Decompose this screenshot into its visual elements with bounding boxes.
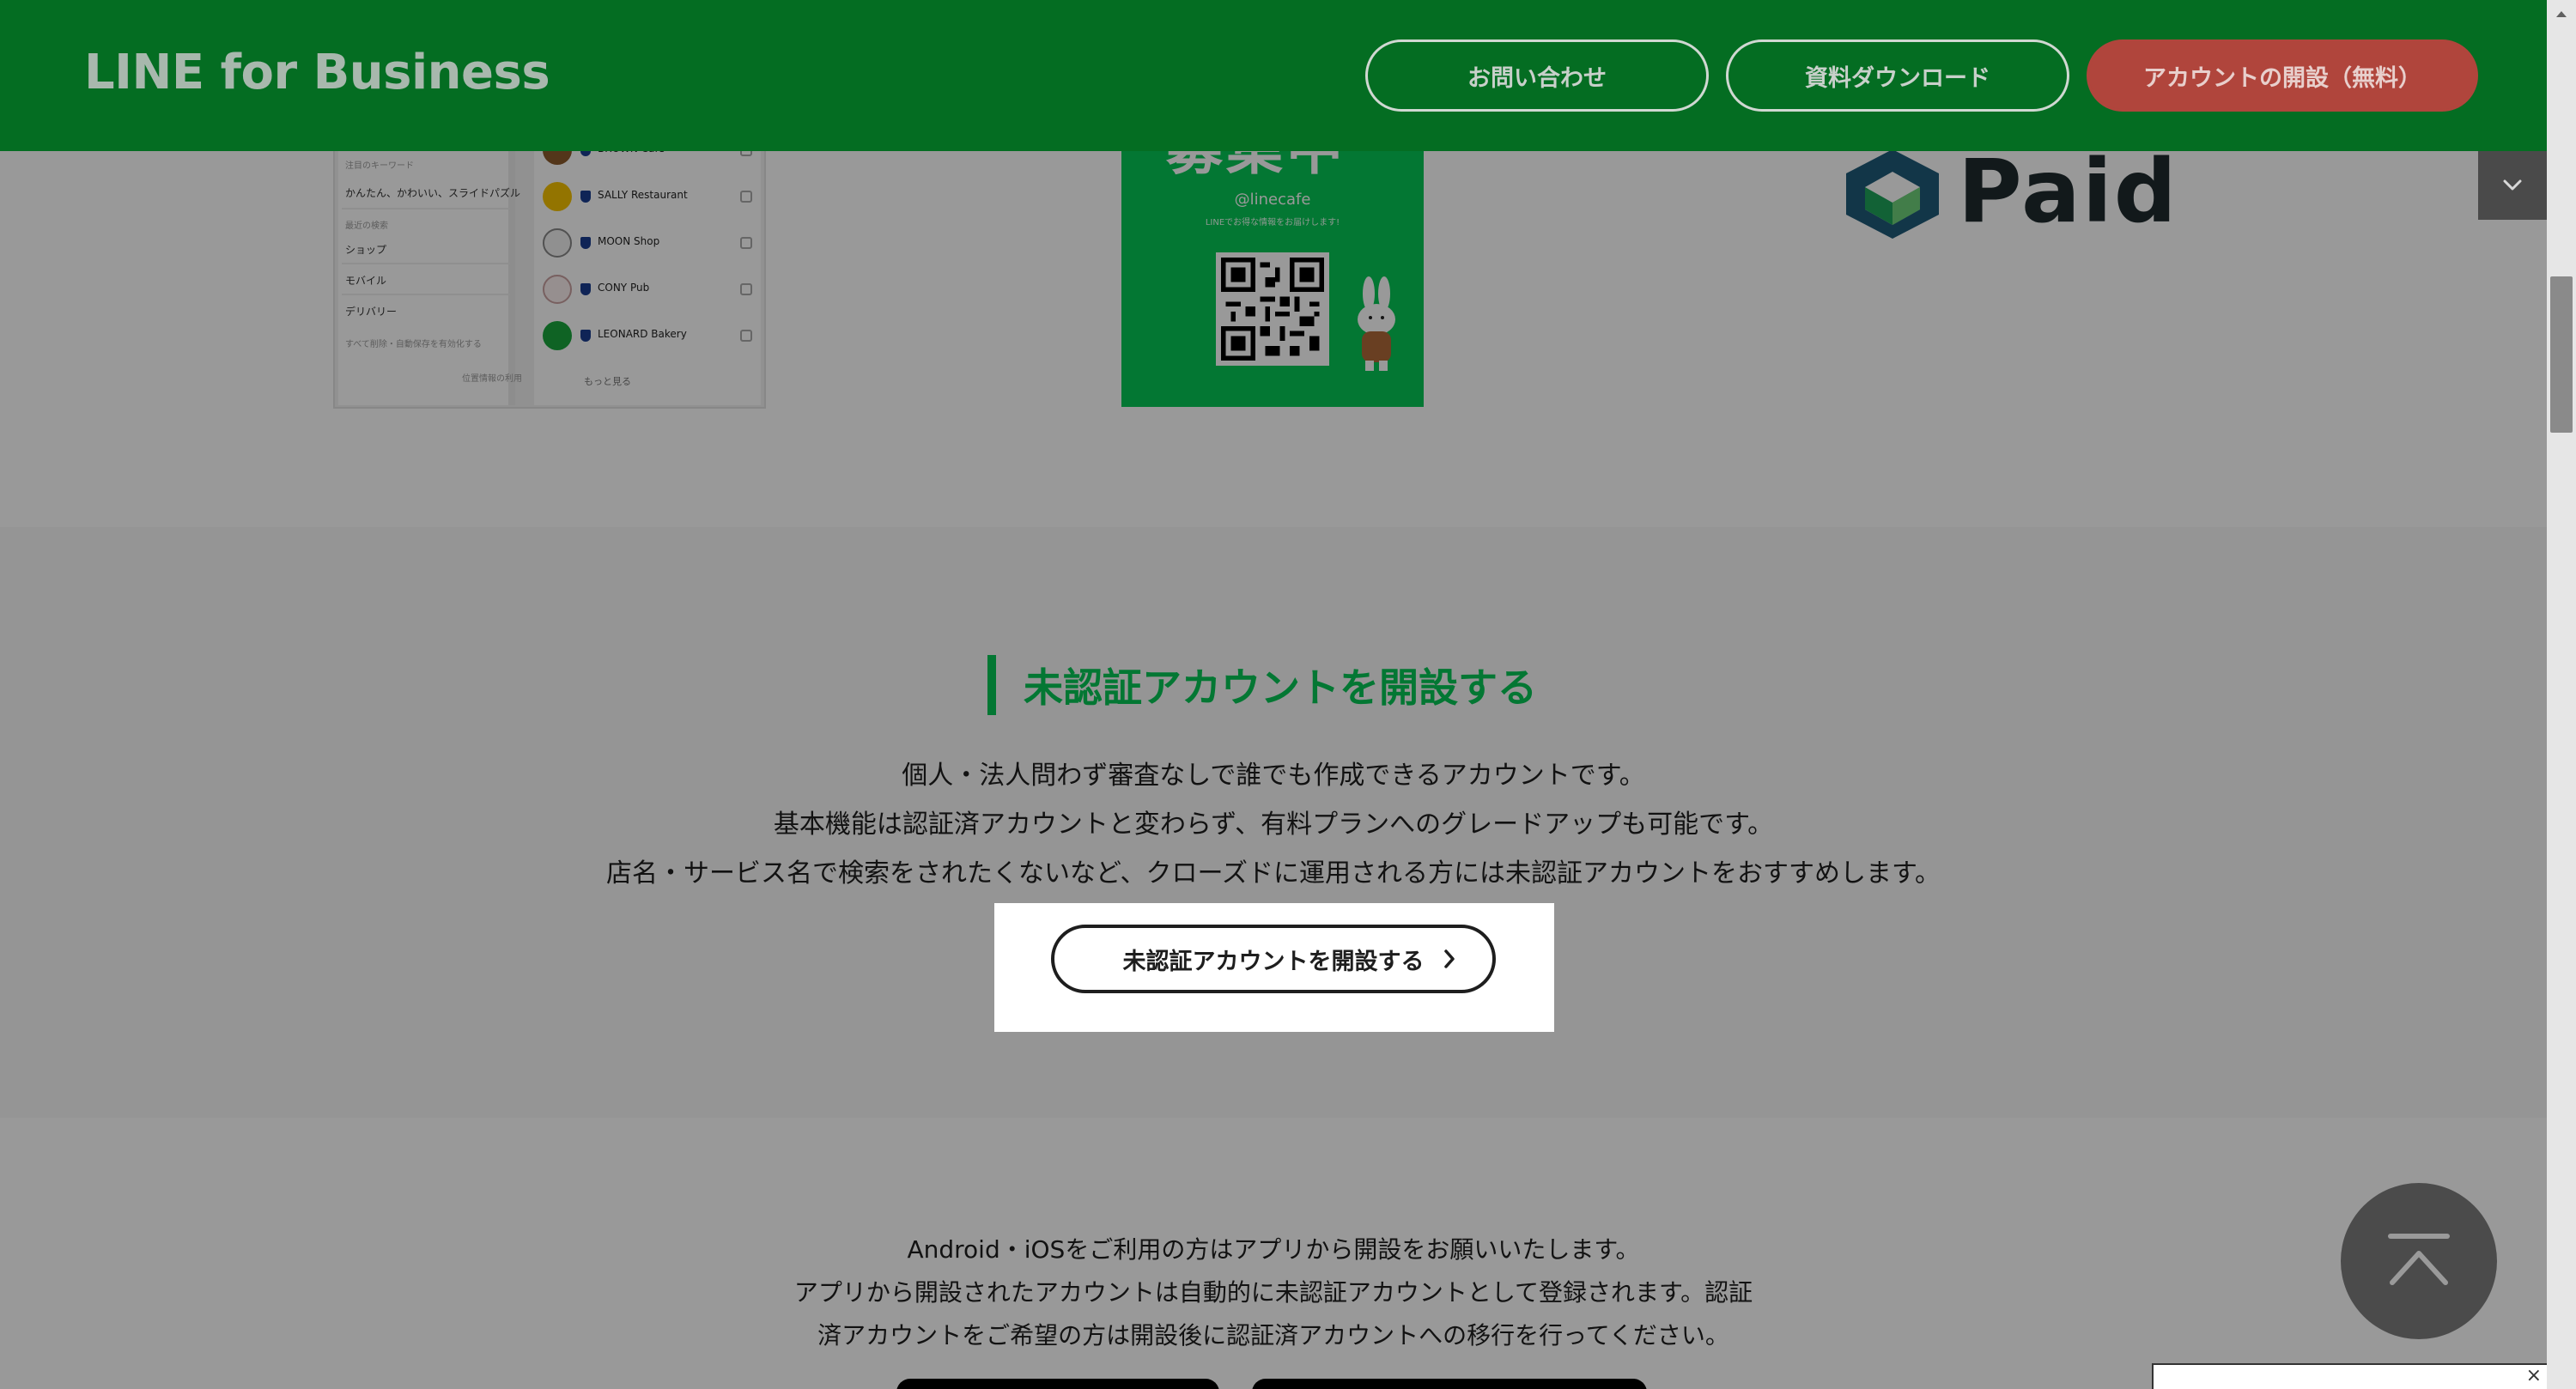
download-materials-button[interactable]: 資料ダウンロード <box>1726 39 2069 112</box>
chevron-down-icon <box>2503 179 2522 191</box>
collapse-toggle[interactable] <box>2478 151 2547 220</box>
dim-overlay <box>0 0 2547 1389</box>
open-unverified-account-button[interactable]: 未認証アカウントを開設する <box>1051 925 1496 993</box>
scroll-up-arrow-icon[interactable] <box>2547 0 2576 29</box>
chevron-right-icon <box>1444 949 1455 968</box>
line-for-business-logo[interactable]: LINE for Business <box>84 45 550 100</box>
site-header: LINE for Business お問い合わせ 資料ダウンロード アカウントの… <box>0 0 2547 151</box>
scrollbar-thumb[interactable] <box>2550 276 2573 433</box>
contact-button[interactable]: お問い合わせ <box>1365 39 1709 112</box>
arrow-up-icon <box>2388 1234 2450 1285</box>
open-account-button[interactable]: アカウントの開設（無料） <box>2087 39 2478 112</box>
corner-popup: × <box>2152 1363 2549 1389</box>
button-label: 未認証アカウントを開設する <box>1122 948 1425 975</box>
scroll-to-top-button[interactable] <box>2341 1183 2497 1339</box>
close-icon[interactable]: × <box>2526 1367 2542 1386</box>
scrollbar[interactable] <box>2547 0 2576 1389</box>
